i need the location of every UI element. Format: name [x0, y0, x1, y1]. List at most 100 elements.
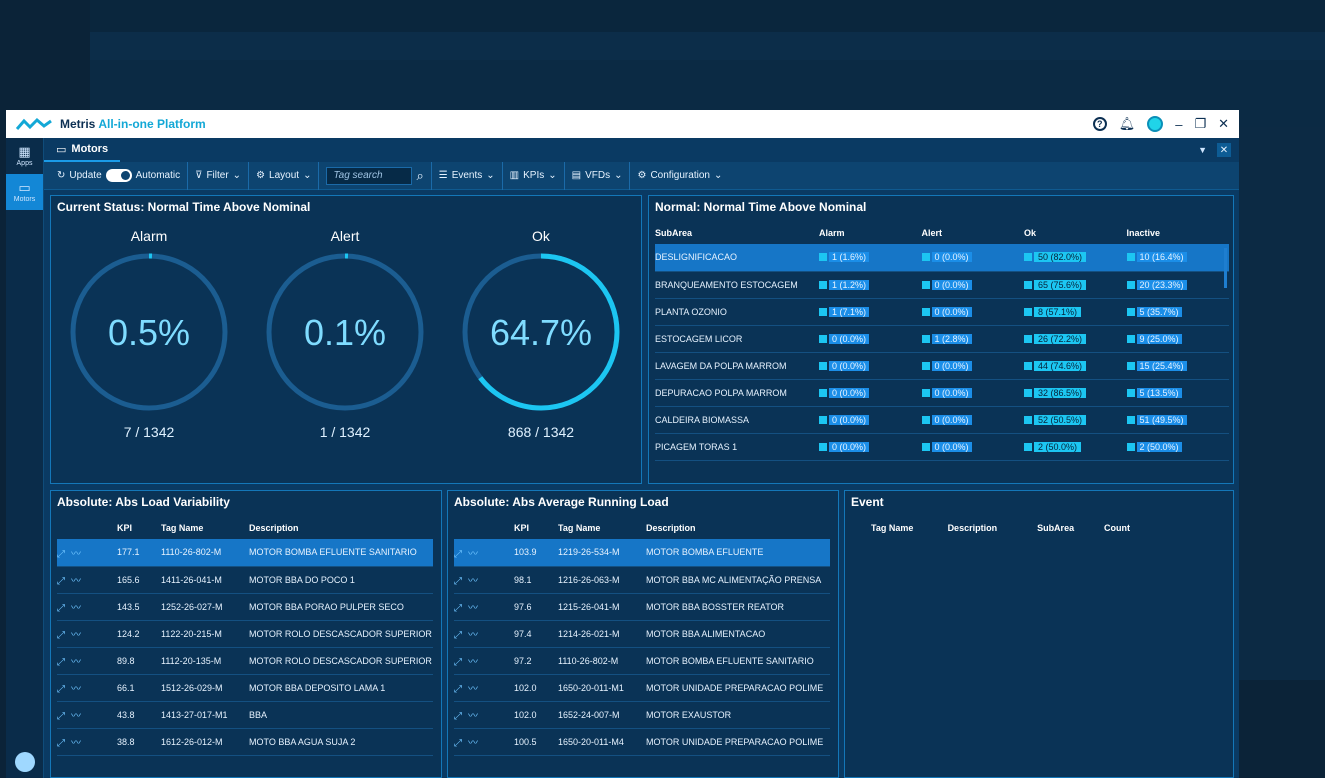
trend-icon[interactable]: 〰: [71, 549, 87, 560]
scrollbar[interactable]: [1224, 248, 1227, 288]
trend-icon[interactable]: 〰: [71, 603, 87, 614]
table-row[interactable]: PICAGEM TORAS 1 0 (0.0%) 0 (0.0%) 2 (50.0%)…: [655, 433, 1229, 461]
tab-motors[interactable]: ▭ Motors: [44, 138, 121, 162]
row-actions: ⤢〰: [454, 566, 514, 594]
table-row[interactable]: PLANTA OZONIO 1 (7.1%) 0 (0.0%) 8 (57.1%) 5 …: [655, 298, 1229, 326]
trend-icon[interactable]: 〰: [71, 738, 87, 749]
table-row[interactable]: ⤢〰 100.5 1650-20-011-M4 MOTOR UNIDADE PREPA…: [454, 728, 830, 756]
expand-icon[interactable]: ⤢: [57, 684, 71, 695]
bell-icon[interactable]: 🔔︎: [1119, 116, 1136, 132]
expand-icon[interactable]: ⤢: [454, 603, 468, 614]
status-swatch: [1024, 442, 1032, 451]
table-row[interactable]: ⤢〰 89.8 1112-20-135-M MOTOR ROLO DESCASCADO…: [57, 647, 433, 675]
column-header: Tag Name: [871, 523, 914, 533]
table-row[interactable]: ESTOCAGEM LICOR 0 (0.0%) 1 (2.8%) 26 (72.2%…: [655, 325, 1229, 353]
search-group: Tag search ⌕: [319, 161, 432, 190]
trend-icon[interactable]: 〰: [468, 738, 484, 749]
expand-icon[interactable]: ⤢: [57, 603, 71, 614]
expand-icon[interactable]: ⤢: [57, 738, 71, 749]
value-text: 20 (23.3%): [1136, 279, 1187, 290]
table-row[interactable]: CALDEIRA BIOMASSA 0 (0.0%) 0 (0.0%) 52 (50.…: [655, 406, 1229, 434]
expand-icon[interactable]: ⤢: [454, 657, 468, 668]
expand-icon[interactable]: ⤢: [57, 711, 71, 722]
close-icon[interactable]: ✕: [1218, 116, 1229, 132]
tag-search-input[interactable]: Tag search: [326, 166, 413, 185]
restore-icon[interactable]: ❐: [1194, 116, 1206, 132]
trend-icon[interactable]: 〰: [468, 684, 484, 695]
table-row[interactable]: ⤢〰 66.1 1512-26-029-M MOTOR BBA DEPOSITO LA…: [57, 674, 433, 702]
value-cell: 1 (7.1%): [819, 298, 922, 326]
trend-icon[interactable]: 〰: [468, 549, 484, 560]
chevron-down-icon[interactable]: ▼: [1198, 145, 1207, 155]
trend-icon[interactable]: 〰: [71, 576, 87, 587]
trend-icon[interactable]: 〰: [71, 684, 87, 695]
automatic-toggle[interactable]: [105, 169, 132, 182]
value-cell: 1 (1.2%): [819, 271, 922, 299]
trend-icon[interactable]: 〰: [71, 630, 87, 641]
trend-icon[interactable]: 〰: [71, 711, 87, 722]
table-row[interactable]: ⤢〰 124.2 1122-20-215-M MOTOR ROLO DESCASCAD…: [57, 620, 433, 648]
expand-icon[interactable]: ⤢: [57, 657, 71, 668]
row-actions: ⤢〰: [57, 620, 117, 648]
tag-name-cell: 1252-26-027-M: [161, 593, 249, 621]
filter-button[interactable]: ⊽ Filter ⌄: [188, 161, 250, 190]
chevron-down-icon: ⌄: [548, 170, 557, 181]
table-row[interactable]: ⤢〰 143.5 1252-26-027-M MOTOR BBA PORAO PULP…: [57, 593, 433, 621]
table-row[interactable]: BRANQUEAMENTO ESTOCAGEM 1 (1.2%) 0 (0.0%) 6…: [655, 271, 1229, 299]
refresh-icon[interactable]: ↻: [57, 170, 65, 181]
event-panel: Event Tag Name Description SubArea Count: [844, 490, 1234, 778]
gauge-alert: Alert 0.1% 1 / 1342: [263, 228, 427, 440]
table-row[interactable]: ⤢〰 165.6 1411-26-041-M MOTOR BBA DO POCO 1: [57, 566, 433, 594]
trend-icon[interactable]: 〰: [468, 576, 484, 587]
table-row[interactable]: ⤢〰 97.2 1110-26-802-M MOTOR BOMBA EFLUENTE …: [454, 647, 830, 675]
expand-icon[interactable]: ⤢: [454, 576, 468, 587]
table-row[interactable]: ⤢〰 177.1 1110-26-802-M MOTOR BOMBA EFLUENTE…: [57, 539, 433, 567]
table-row[interactable]: DEPURACAO POLPA MARROM 0 (0.0%) 0 (0.0%) 32…: [655, 379, 1229, 407]
sidebar-item-motors[interactable]: ▭ Motors: [6, 174, 43, 210]
table-row[interactable]: ⤢〰 102.0 1652-24-007-M MOTOR EXAUSTOR: [454, 701, 830, 729]
table-row[interactable]: ⤢〰 97.4 1214-26-021-M MOTOR BBA ALIMENTACAO: [454, 620, 830, 648]
gauge-label: Alert: [330, 228, 360, 244]
expand-icon[interactable]: ⤢: [57, 549, 71, 560]
table-row[interactable]: DESLIGNIFICACAO 1 (1.6%) 0 (0.0%) 50 (82.0%…: [655, 244, 1229, 272]
expand-icon[interactable]: ⤢: [454, 738, 468, 749]
layout-button[interactable]: ⚙ Layout ⌄: [249, 161, 320, 190]
expand-icon[interactable]: ⤢: [454, 684, 468, 695]
table-row[interactable]: ⤢〰 102.0 1650-20-011-M1 MOTOR UNIDADE PREPA…: [454, 674, 830, 702]
trend-icon[interactable]: 〰: [468, 630, 484, 641]
expand-icon[interactable]: ⤢: [454, 549, 468, 560]
running-load-table: KPI Tag Name Description ⤢〰 103.9 1219-26-53…: [454, 517, 830, 756]
trend-icon[interactable]: 〰: [468, 657, 484, 668]
column-header: Description: [947, 523, 998, 533]
search-icon[interactable]: ⌕: [416, 168, 423, 184]
trend-icon[interactable]: 〰: [468, 603, 484, 614]
expand-icon[interactable]: ⤢: [57, 576, 71, 587]
table-row[interactable]: ⤢〰 97.6 1215-26-041-M MOTOR BBA BOSSTER REA…: [454, 593, 830, 621]
trend-icon[interactable]: 〰: [468, 711, 484, 722]
sidebar: ▦ Apps ▭ Motors: [6, 138, 44, 778]
expand-icon[interactable]: ⤢: [454, 711, 468, 722]
expand-icon[interactable]: ⤢: [57, 630, 71, 641]
sidebar-item-apps[interactable]: ▦ Apps: [6, 138, 43, 174]
configuration-button[interactable]: ⚙ Configuration ⌄: [630, 162, 729, 190]
assistant-avatar[interactable]: [15, 752, 35, 772]
minimize-icon[interactable]: –: [1175, 117, 1182, 132]
trend-icon[interactable]: 〰: [71, 657, 87, 668]
value-cell: 0 (0.0%): [921, 271, 1024, 299]
value-text: 0 (0.0%): [931, 441, 972, 452]
row-actions: ⤢〰: [57, 728, 117, 756]
help-icon[interactable]: ?: [1092, 117, 1107, 131]
tag-name-cell: 1652-24-007-M: [558, 701, 646, 729]
table-row[interactable]: ⤢〰 38.8 1612-26-012-M MOTO BBA AGUA SUJA 2: [57, 728, 433, 756]
table-row[interactable]: LAVAGEM DA POLPA MARROM 0 (0.0%) 0 (0.0%) 4…: [655, 352, 1229, 380]
table-row[interactable]: ⤢〰 43.8 1413-27-017-M1 BBA: [57, 701, 433, 729]
kpis-button[interactable]: ▥ KPIs ⌄: [503, 161, 565, 190]
table-row[interactable]: ⤢〰 98.1 1216-26-063-M MOTOR BBA MC ALIMENTA…: [454, 566, 830, 594]
table-row[interactable]: ⤢〰 103.9 1219-26-534-M MOTOR BOMBA EFLUENTE: [454, 539, 830, 567]
update-button[interactable]: Update: [69, 170, 101, 181]
vfds-button[interactable]: ▤ VFDs ⌄: [565, 161, 631, 190]
expand-icon[interactable]: ⤢: [454, 630, 468, 641]
close-tab-icon[interactable]: ✕: [1217, 143, 1231, 157]
user-avatar[interactable]: [1147, 116, 1164, 132]
events-button[interactable]: ☰ Events ⌄: [432, 161, 503, 190]
